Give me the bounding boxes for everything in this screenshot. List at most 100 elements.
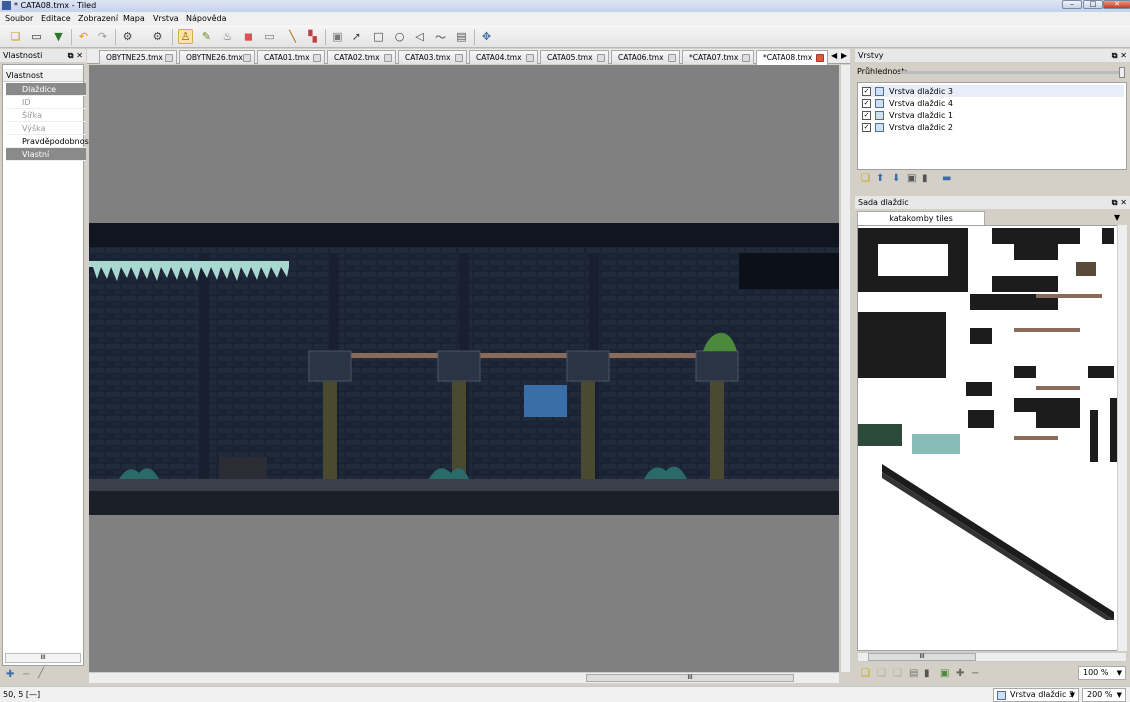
rectangle-select-icon[interactable]: ▭	[262, 29, 277, 44]
tab-cata05[interactable]: CATA05.tmx	[540, 50, 609, 64]
canvas-vscrollbar[interactable]	[840, 65, 850, 672]
menu-mapa[interactable]: Mapa	[123, 14, 145, 23]
layer-row[interactable]: ✓ Vrstva dlaždic 2	[862, 121, 953, 133]
visibility-checkbox[interactable]: ✓	[862, 86, 871, 96]
map-canvas[interactable]	[89, 65, 839, 672]
tab-katakomby-tiles[interactable]: katakomby tiles	[857, 211, 985, 225]
tileset-menu-chevron-down-icon[interactable]: ▼	[1114, 213, 1120, 222]
menu-napoveda[interactable]: Nápověda	[186, 14, 227, 23]
image-layer-icon[interactable]: ▣	[330, 29, 345, 44]
import-tileset-icon[interactable]: ❏	[877, 668, 886, 679]
layer-row[interactable]: ✓ Vrstva dlaždic 3	[862, 85, 1124, 97]
panel-float-close-icon[interactable]: ⧉ ✕	[1112, 49, 1127, 62]
tileset-zoom-select[interactable]: 100 % ▼	[1078, 666, 1126, 680]
close-window-button[interactable]: ✕	[1103, 0, 1130, 9]
tab-cata07[interactable]: *CATA07.tmx	[682, 50, 754, 64]
rename-property-icon[interactable]: ╱	[38, 668, 44, 679]
eraser-icon[interactable]: ◼	[241, 29, 256, 44]
minimize-button[interactable]: –	[1062, 0, 1082, 9]
tab-scroll-left-icon[interactable]: ◀	[831, 51, 837, 60]
menu-zobrazeni[interactable]: Zobrazení	[78, 14, 118, 23]
property-pravdepodobnost[interactable]: Pravděpodobnost	[6, 135, 92, 148]
remove-property-icon[interactable]: −	[22, 669, 30, 680]
add-tiles-icon[interactable]: ✚	[956, 668, 964, 679]
close-tab-icon[interactable]	[742, 54, 750, 62]
group-vlastni-vlastnosti[interactable]: Vlastní vlastnosti	[6, 148, 86, 172]
close-tab-icon[interactable]	[597, 54, 605, 62]
panel-float-close-icon[interactable]: ⧉ ✕	[68, 49, 83, 62]
select-objects-icon[interactable]: ➚	[349, 29, 364, 44]
select-same-tile-icon[interactable]: ▚	[305, 29, 320, 44]
tab-cata06[interactable]: CATA06.tmx	[611, 50, 680, 64]
tab-obytne26[interactable]: OBYTNE26.tmx	[179, 50, 255, 64]
new-layer-icon[interactable]: ❏	[861, 173, 870, 184]
move-icon[interactable]: ✥	[479, 29, 494, 44]
tileset-icon[interactable]: ⚙	[150, 29, 165, 44]
property-vyska[interactable]: Výška	[6, 122, 86, 135]
visibility-checkbox[interactable]: ✓	[862, 122, 871, 132]
panel-float-close-icon[interactable]: ⧉ ✕	[1112, 196, 1127, 209]
undo-icon[interactable]: ↶	[76, 29, 91, 44]
close-tab-icon[interactable]	[526, 54, 534, 62]
close-tab-icon[interactable]	[668, 54, 676, 62]
map-scene[interactable]	[89, 223, 839, 515]
insert-ellipse-icon[interactable]: ○	[392, 29, 407, 44]
menu-editace[interactable]: Editace	[41, 14, 71, 23]
tab-cata08[interactable]: *CATA08.tmx	[756, 50, 828, 65]
opacity-slider-handle[interactable]	[1119, 67, 1125, 78]
close-tab-icon[interactable]	[816, 54, 824, 62]
add-property-icon[interactable]: ✚	[6, 669, 14, 680]
tileset-hscrollbar[interactable]: III	[857, 652, 1127, 662]
new-tileset-icon[interactable]: ❏	[861, 668, 870, 679]
tab-scroll-right-icon[interactable]: ▶	[841, 51, 847, 60]
tab-cata04[interactable]: CATA04.tmx	[469, 50, 538, 64]
group-dlazdice[interactable]: Dlaždice	[6, 83, 86, 96]
tab-cata03[interactable]: CATA03.tmx	[398, 50, 467, 64]
insert-polyline-icon[interactable]: 〜	[433, 29, 448, 44]
close-tab-icon[interactable]	[455, 54, 463, 62]
close-tab-icon[interactable]	[313, 54, 321, 62]
layer-row[interactable]: ✓ Vrstva dlaždic 1	[862, 109, 953, 121]
scroll-thumb[interactable]: III	[586, 674, 794, 682]
opacity-slider[interactable]	[900, 67, 1125, 78]
menu-vrstva[interactable]: Vrstva	[153, 14, 179, 23]
save-icon[interactable]: ▼	[51, 29, 66, 44]
edit-terrain-icon[interactable]: ▣	[940, 668, 949, 679]
canvas-hscrollbar[interactable]: III	[89, 672, 839, 683]
tab-obytne25[interactable]: OBYTNE25.tmx	[99, 50, 177, 64]
remove-tiles-icon[interactable]: −	[971, 668, 979, 679]
layer-row[interactable]: ✓ Vrstva dlaždic 4	[862, 97, 953, 109]
visibility-checkbox[interactable]: ✓	[862, 98, 871, 108]
lower-layer-icon[interactable]: ⬇	[892, 173, 900, 184]
bucket-fill-icon[interactable]: ♨	[220, 29, 235, 44]
stamp-brush-icon[interactable]: ♙	[178, 29, 193, 44]
terrain-brush-icon[interactable]: ✎	[199, 29, 214, 44]
new-file-icon[interactable]: ❏	[8, 29, 23, 44]
tileset-vscrollbar[interactable]	[1117, 225, 1127, 651]
property-sirka[interactable]: Šířka	[6, 109, 86, 122]
delete-tileset-icon[interactable]: ▮	[924, 668, 930, 679]
duplicate-layer-icon[interactable]: ▣	[907, 173, 916, 184]
raise-layer-icon[interactable]: ⬆	[876, 173, 884, 184]
property-id[interactable]: ID	[6, 96, 86, 109]
menu-soubor[interactable]: Soubor	[5, 14, 33, 23]
scroll-thumb[interactable]: III	[868, 653, 976, 661]
properties-hscrollbar[interactable]: III	[5, 653, 81, 663]
layer-properties-icon[interactable]: ▬	[942, 173, 951, 184]
close-tab-icon[interactable]	[165, 54, 173, 62]
tab-cata02[interactable]: CATA02.tmx	[327, 50, 396, 64]
visibility-checkbox[interactable]: ✓	[862, 110, 871, 120]
tileset-view[interactable]	[857, 225, 1127, 651]
insert-rectangle-icon[interactable]: □	[371, 29, 386, 44]
tab-cata01[interactable]: CATA01.tmx	[257, 50, 325, 64]
map-zoom-select[interactable]: 200 % ▼	[1082, 688, 1126, 702]
tiled-settings-icon[interactable]: ⚙	[120, 29, 135, 44]
maximize-button[interactable]: □	[1083, 0, 1103, 9]
insert-polygon-icon[interactable]: ◁	[412, 29, 427, 44]
insert-tile-icon[interactable]: ▤	[454, 29, 469, 44]
redo-icon[interactable]: ↷	[95, 29, 110, 44]
open-folder-icon[interactable]: ▭	[29, 29, 44, 44]
close-tab-icon[interactable]	[384, 54, 392, 62]
close-tab-icon[interactable]	[243, 54, 251, 62]
magic-wand-icon[interactable]: ╲	[285, 29, 300, 44]
